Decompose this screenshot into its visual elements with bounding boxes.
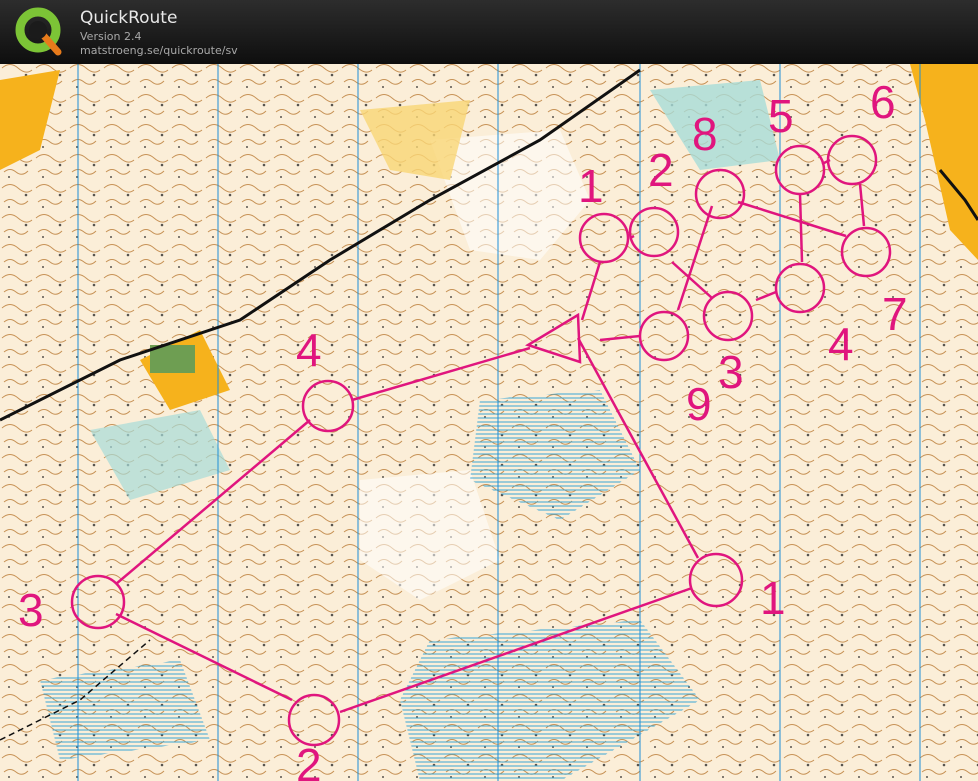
orienteering-map[interactable]: 1 2 3 4 1 2 8 5 6 7 4 3 9 — [0, 64, 978, 781]
control-number-a-4: 4 — [296, 324, 322, 376]
control-number-b-3: 3 — [718, 346, 744, 398]
control-number-b-8: 8 — [692, 108, 718, 160]
control-number-b-9: 9 — [686, 378, 712, 430]
quickroute-logo-icon — [15, 7, 62, 56]
app-version: Version 2.4 — [80, 30, 142, 43]
control-number-b-6: 6 — [870, 76, 896, 128]
control-number-a-1: 1 — [760, 572, 786, 624]
control-number-a-2: 2 — [296, 739, 322, 781]
control-number-b-2: 2 — [648, 144, 674, 196]
control-number-b-1: 1 — [578, 160, 604, 212]
control-number-a-3: 3 — [18, 584, 44, 636]
app-title: QuickRoute — [80, 8, 178, 28]
control-number-b-4: 4 — [828, 318, 854, 370]
control-number-b-5: 5 — [768, 90, 794, 142]
control-number-b-7: 7 — [882, 288, 908, 340]
app-header: QuickRoute Version 2.4 matstroeng.se/qui… — [0, 0, 978, 64]
app-url[interactable]: matstroeng.se/quickroute/sv — [80, 44, 238, 57]
